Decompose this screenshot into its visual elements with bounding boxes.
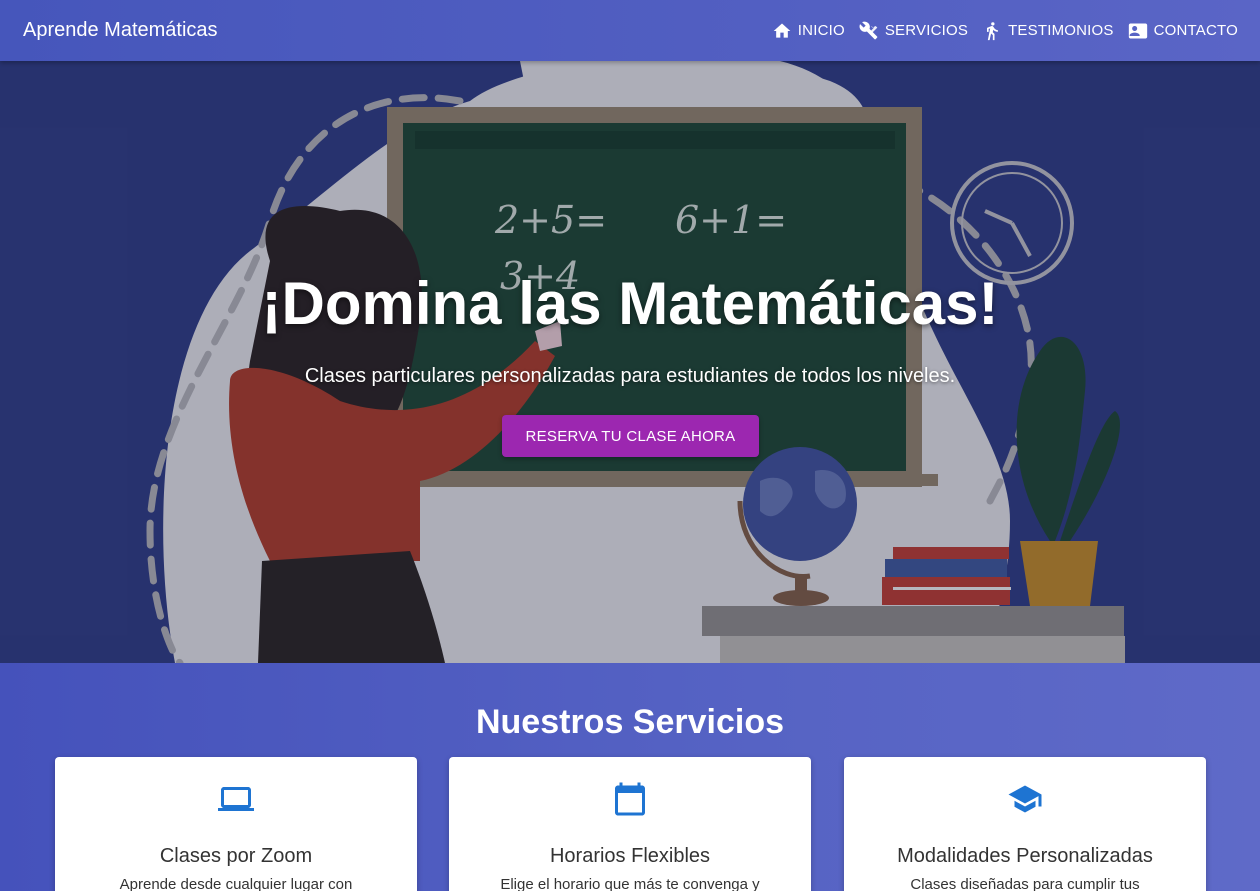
nav-servicios-label: SERVICIOS	[884, 22, 969, 39]
nav-inicio[interactable]: INICIO	[772, 21, 845, 41]
service-card-text: Clases diseñadas para cumplir tus	[910, 876, 1140, 891]
hero-subtitle: Clases particulares personalizadas para …	[304, 365, 956, 387]
service-card-zoom: Clases por Zoom Aprende desde cualquier …	[55, 757, 417, 891]
nav-testimonios[interactable]: TESTIMONIOS	[982, 21, 1114, 41]
hero-title: ¡Domina las Matemáticas!	[261, 270, 999, 337]
nav-contacto[interactable]: CONTACTO	[1128, 21, 1238, 41]
home-icon	[773, 23, 791, 38]
service-card-text: Aprende desde cualquier lugar con	[119, 876, 353, 891]
service-card-text: Elige el horario que más te convenga y	[500, 876, 760, 891]
services-section: Nuestros Servicios Clases por Zoom Apren…	[0, 663, 1260, 891]
main-nav: INICIO SERVICIOS TESTIMONIOS CONTACTO	[772, 21, 1238, 41]
laptop-icon	[218, 787, 254, 811]
tools-icon	[859, 21, 878, 39]
hero-section: 2+5= 6+1= 3+4 ¡Domina las Matemáticas! C…	[0, 61, 1260, 663]
services-title: Nuestros Servicios	[475, 703, 785, 741]
service-card-title: Modalidades Personalizadas	[897, 845, 1153, 867]
hero-content: ¡Domina las Matemáticas! Clases particul…	[0, 61, 1260, 663]
person-icon	[987, 21, 998, 40]
brand-link[interactable]: Aprende Matemáticas	[23, 19, 218, 42]
service-card-title: Clases por Zoom	[159, 845, 313, 867]
nav-contacto-label: CONTACTO	[1153, 22, 1238, 39]
service-card-title: Horarios Flexibles	[549, 845, 711, 867]
service-card-schedule: Horarios Flexibles Elige el horario que …	[449, 757, 811, 891]
service-card-custom: Modalidades Personalizadas Clases diseña…	[844, 757, 1206, 891]
nav-testimonios-label: TESTIMONIOS	[1008, 22, 1114, 39]
nav-inicio-label: INICIO	[797, 22, 845, 39]
graduation-cap-icon	[1008, 785, 1042, 813]
contact-card-icon	[1128, 23, 1147, 38]
nav-servicios[interactable]: SERVICIOS	[859, 21, 968, 41]
top-navbar: Aprende Matemáticas INICIO SERVICIOS TES…	[0, 0, 1260, 61]
book-class-button[interactable]: RESERVA TU CLASE AHORA	[502, 415, 759, 457]
calendar-icon	[615, 782, 645, 816]
